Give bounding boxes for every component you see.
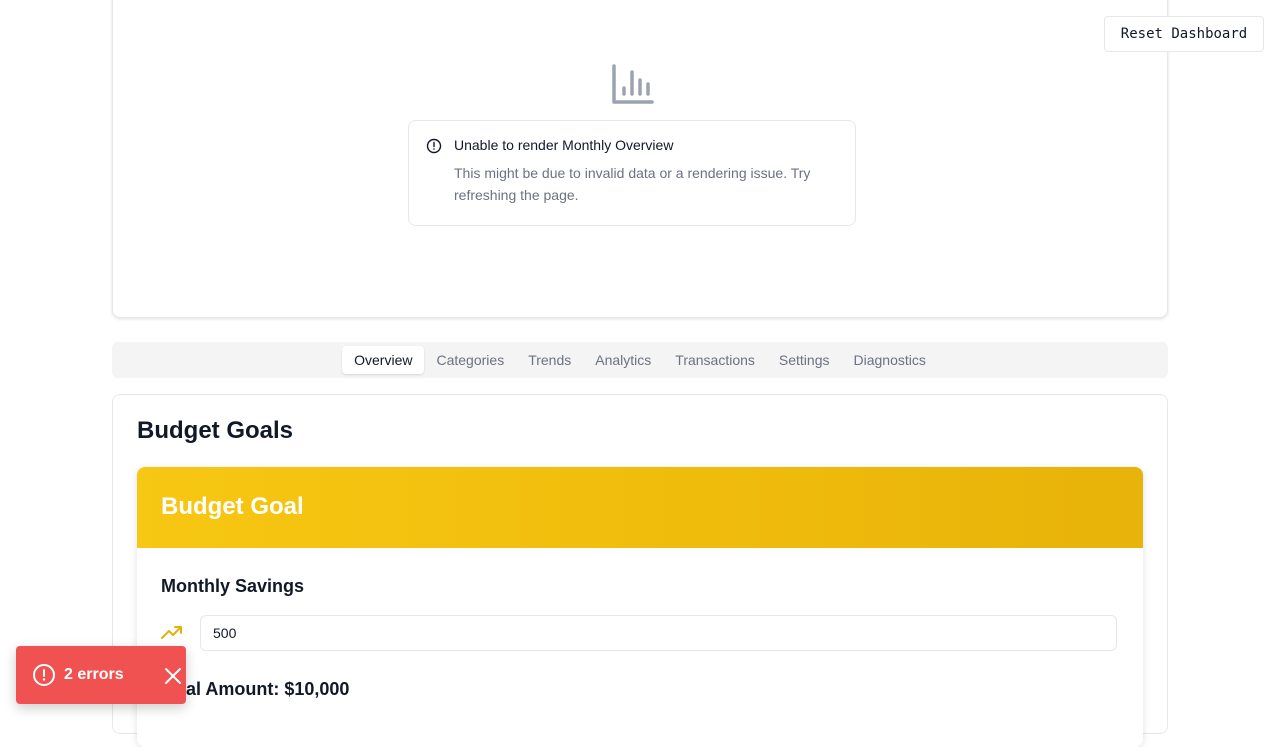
dashboard-tabs: Overview Categories Trends Analytics Tra…	[112, 342, 1168, 378]
goal-savings-input[interactable]	[200, 615, 1117, 651]
budget-goal-header: Budget Goal	[137, 467, 1143, 548]
tab-categories[interactable]: Categories	[424, 346, 516, 374]
close-icon[interactable]	[164, 667, 182, 685]
tab-trends[interactable]: Trends	[516, 346, 583, 374]
chart-error-description: This might be due to invalid data or a r…	[454, 165, 811, 203]
alert-circle-icon	[426, 138, 442, 154]
budget-goals-card: Budget Goals Budget Goal Monthly Savings…	[112, 394, 1168, 747]
tab-analytics[interactable]: Analytics	[583, 346, 663, 374]
reset-dashboard-button[interactable]: Reset Dashboard	[1104, 16, 1264, 52]
alert-circle-icon	[33, 664, 55, 686]
tab-diagnostics[interactable]: Diagnostics	[842, 346, 938, 374]
bar-chart-icon	[612, 64, 654, 104]
tab-overview[interactable]: Overview	[342, 346, 425, 374]
error-count: 2 errors	[64, 666, 124, 683]
tab-settings[interactable]: Settings	[767, 346, 842, 374]
chart-error-alert: Unable to render Monthly Overview This m…	[408, 120, 856, 226]
budget-goals-title: Budget Goals	[137, 417, 294, 444]
trending-up-icon	[161, 626, 182, 639]
budget-goal-title: Budget Goal	[161, 493, 304, 520]
error-toast[interactable]: 2 errors	[16, 646, 186, 704]
goal-amount: Goal Amount: $10,000	[161, 679, 350, 699]
chart-error-title: Unable to render Monthly Overview	[454, 137, 674, 153]
tab-transactions[interactable]: Transactions	[663, 346, 767, 374]
goal-name: Monthly Savings	[161, 576, 305, 596]
budget-goal-card: Budget Goal Monthly Savings Goal Amount:…	[137, 467, 1143, 747]
